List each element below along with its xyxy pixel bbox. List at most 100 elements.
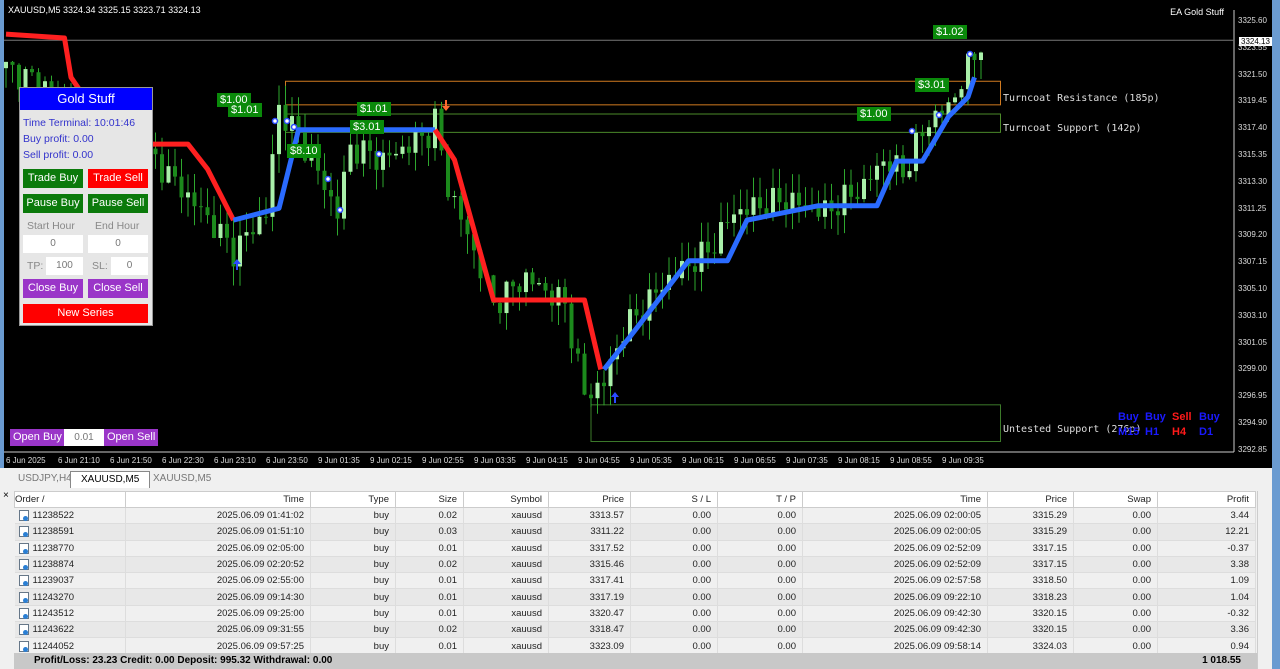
candle-body <box>777 187 782 203</box>
order-icon <box>18 591 29 603</box>
candle-body <box>30 69 34 73</box>
status-bar: Profit/Loss: 23.23 Credit: 0.00 Deposit:… <box>14 653 1257 669</box>
column-header[interactable]: Swap <box>1073 491 1158 508</box>
table-cell: xauusd <box>463 540 549 557</box>
candle-body <box>706 241 710 253</box>
column-header[interactable]: T / P <box>717 491 803 508</box>
close-buy-button[interactable]: Close Buy <box>23 279 83 298</box>
column-header[interactable]: S / L <box>630 491 718 508</box>
candle-body <box>426 135 431 149</box>
table-cell: 0.00 <box>1073 572 1158 590</box>
price-tick-label: 3313.30 <box>1238 176 1267 186</box>
column-header[interactable]: Size <box>395 491 464 508</box>
candle-body <box>329 190 333 197</box>
candle-body <box>498 302 502 314</box>
table-cell: 0.00 <box>630 605 718 623</box>
open-sell-button[interactable]: Open Sell <box>104 429 159 446</box>
time-tick-label: 9 Jun 01:35 <box>318 456 360 465</box>
candle-body <box>582 353 587 395</box>
table-cell: 0.02 <box>395 507 464 525</box>
time-terminal: Time Terminal: 10:01:46 <box>23 117 136 129</box>
tp-input[interactable]: 100 <box>46 257 83 275</box>
table-cell: buy <box>310 523 396 541</box>
table-cell: 2025.06.09 02:20:52 <box>125 556 311 574</box>
new-series-button[interactable]: New Series <box>23 304 148 323</box>
candle-body <box>264 216 268 218</box>
trend-line <box>602 76 977 372</box>
table-row[interactable]: 11243512 2025.06.09 09:25:00 buy 0.01 xauusd… <box>14 605 1256 623</box>
table-row[interactable]: 11238874 2025.06.09 02:20:52 buy 0.02 xauusd… <box>14 556 1256 574</box>
order-id: 11243622 <box>32 624 75 636</box>
candle-body <box>868 178 873 180</box>
pause-buy-button[interactable]: Pause Buy <box>23 194 83 213</box>
vertical-scrollbar[interactable] <box>1257 491 1271 669</box>
column-header[interactable]: Time <box>802 491 988 508</box>
column-header[interactable]: Price <box>987 491 1074 508</box>
column-header[interactable]: Symbol <box>463 491 549 508</box>
table-cell: xauusd <box>463 637 549 655</box>
candle-body <box>160 154 164 183</box>
table-cell: 2025.06.09 09:31:55 <box>125 621 311 639</box>
table-row[interactable]: 11243270 2025.06.09 09:14:30 buy 0.01 xauusd… <box>14 588 1256 606</box>
table-cell: 0.00 <box>1073 540 1158 557</box>
trade-sell-button[interactable]: Trade Sell <box>88 169 148 188</box>
history-table: Order / Time Type Size Symbol Price S / LT / P… <box>14 491 1256 655</box>
start-hour-input[interactable]: 0 <box>23 235 83 253</box>
table-cell: 2025.06.09 02:52:09 <box>802 540 988 557</box>
column-header[interactable]: Time <box>125 491 311 508</box>
candle-body <box>732 214 736 223</box>
end-hour-input[interactable]: 0 <box>88 235 148 253</box>
time-tick-label: 9 Jun 02:15 <box>370 456 412 465</box>
trade-buy-button[interactable]: Trade Buy <box>23 169 83 188</box>
table-cell: 0.00 <box>1073 556 1158 574</box>
panel-title: Gold Stuff <box>20 88 152 110</box>
order-icon <box>18 640 29 652</box>
price-chart[interactable]: XAUUSD,M5 3324.34 3325.15 3323.71 3324.1… <box>4 0 1272 468</box>
gold-stuff-panel: Gold Stuff Time Terminal: 10:01:46 Buy p… <box>19 87 153 326</box>
table-row[interactable]: 11238591 2025.06.09 01:51:10 buy 0.03 xauusd… <box>14 523 1256 541</box>
table-cell: 0.01 <box>395 540 464 557</box>
trade-marker <box>375 150 383 158</box>
open-buy-button[interactable]: Open Buy <box>10 429 65 446</box>
candle-body <box>504 281 509 314</box>
table-cell: 0.00 <box>630 572 718 590</box>
pause-sell-button[interactable]: Pause Sell <box>88 194 148 213</box>
close-terminal-icon[interactable]: × <box>3 490 9 501</box>
chart-canvas <box>4 10 1235 453</box>
order-id: 11243270 <box>32 591 75 603</box>
table-row[interactable]: 11238770 2025.06.09 02:05:00 buy 0.01 xauusd… <box>14 540 1256 557</box>
candle-body <box>738 209 743 215</box>
table-cell: 2025.06.09 01:51:10 <box>125 523 311 541</box>
column-header[interactable]: Price <box>548 491 631 508</box>
close-sell-button[interactable]: Close Sell <box>88 279 148 298</box>
table-cell: 1.04 <box>1157 588 1256 606</box>
table-row[interactable]: 11239037 2025.06.09 02:55:00 buy 0.01 xauusd… <box>14 572 1256 590</box>
table-cell: 2025.06.09 02:52:09 <box>802 556 988 574</box>
order-id: 11239037 <box>32 575 75 587</box>
sl-input[interactable]: 0 <box>111 257 148 275</box>
table-cell: 0.00 <box>717 523 803 541</box>
candle-body <box>251 232 255 235</box>
table-row[interactable]: 11243622 2025.06.09 09:31:55 buy 0.02 xauusd… <box>14 621 1256 639</box>
candle-body <box>511 281 515 287</box>
tab-xauusd-m5[interactable]: XAUUSD,M5 <box>70 471 151 488</box>
lot-input[interactable]: 0.01 <box>64 429 104 446</box>
candle-body <box>166 166 171 183</box>
candle-body <box>361 140 366 164</box>
table-row[interactable]: 11238522 2025.06.09 01:41:02 buy 0.02 xauusd… <box>14 507 1256 525</box>
table-cell: 0.00 <box>630 556 718 574</box>
table-row[interactable]: 11244052 2025.06.09 09:57:25 buy 0.01 xauusd… <box>14 637 1256 655</box>
column-header[interactable]: Profit <box>1157 491 1256 508</box>
table-cell: 0.94 <box>1157 637 1256 655</box>
tab-xauusd-m5-2[interactable]: XAUUSD,M5 <box>143 471 221 488</box>
order-id: 11243512 <box>32 607 75 619</box>
candle-body <box>953 97 957 103</box>
candle-body <box>257 216 262 235</box>
candle-body <box>842 184 847 216</box>
table-cell: 0.00 <box>1073 588 1158 606</box>
table-cell: 11243270 <box>14 588 126 606</box>
account-summary: Profit/Loss: 23.23 Credit: 0.00 Deposit:… <box>34 655 333 666</box>
column-header[interactable]: Type <box>310 491 396 508</box>
candle-body <box>725 222 730 224</box>
column-header[interactable]: Order / <box>14 491 126 508</box>
